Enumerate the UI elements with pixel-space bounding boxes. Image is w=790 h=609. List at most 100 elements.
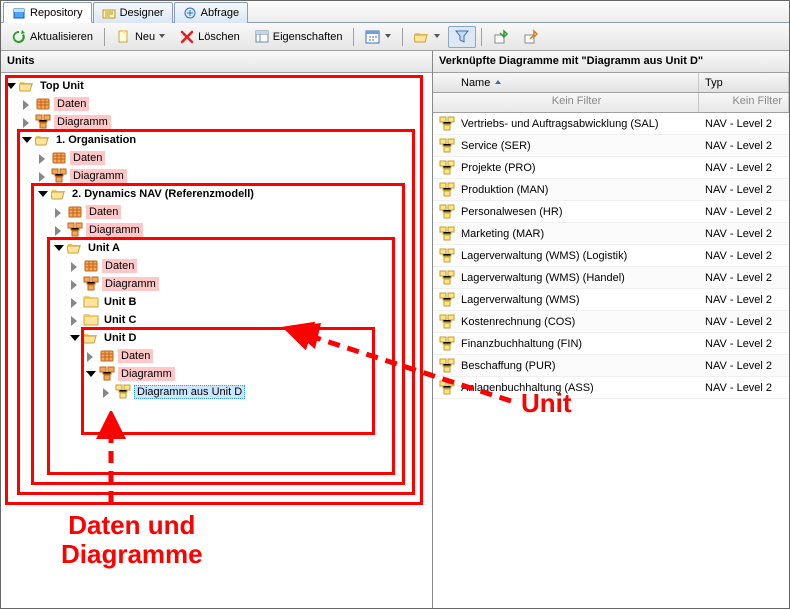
properties-button[interactable]: Eigenschaften	[248, 26, 349, 48]
collapse-icon[interactable]	[69, 333, 80, 344]
filter-name[interactable]: Kein Filter	[433, 93, 699, 112]
tree-node-top-unit[interactable]: Top Unit	[5, 77, 432, 95]
cell-name: Kostenrechnung (COS)	[461, 316, 575, 328]
expand-icon[interactable]	[69, 297, 80, 308]
expand-icon[interactable]	[21, 117, 32, 128]
table-row[interactable]: Personalwesen (HR)NAV - Level 2	[433, 201, 789, 223]
collapse-icon[interactable]	[37, 189, 48, 200]
cell-typ: NAV - Level 2	[705, 250, 772, 262]
table-row[interactable]: Projekte (PRO)NAV - Level 2	[433, 157, 789, 179]
node-label: Daten	[102, 259, 137, 273]
expand-icon[interactable]	[101, 387, 112, 398]
table-row[interactable]: Kostenrechnung (COS)NAV - Level 2	[433, 311, 789, 333]
tree-node-diagramm[interactable]: Diagramm	[37, 167, 432, 185]
tree-node-daten[interactable]: Daten	[85, 347, 432, 365]
tab-label: Repository	[30, 7, 83, 19]
calendar-button[interactable]	[359, 26, 397, 48]
tree-node-diagramm[interactable]: Diagramm	[21, 113, 432, 131]
cell-typ: NAV - Level 2	[705, 118, 772, 130]
cell-name: Lagerverwaltung (WMS)	[461, 294, 580, 306]
tab-repository[interactable]: Repository	[3, 2, 92, 23]
tree-node-organisation[interactable]: 1. Organisation	[21, 131, 432, 149]
folder-icon	[83, 294, 99, 310]
expand-icon[interactable]	[37, 171, 48, 182]
cell-typ: NAV - Level 2	[705, 162, 772, 174]
node-label: Unit B	[102, 295, 138, 309]
export-button[interactable]	[517, 26, 545, 48]
table-row[interactable]: Finanzbuchhaltung (FIN)NAV - Level 2	[433, 333, 789, 355]
folder-open-icon	[414, 29, 430, 45]
dropdown-icon	[433, 33, 440, 40]
column-header-typ[interactable]: Typ	[699, 73, 789, 92]
filter-placeholder: Kein Filter	[732, 95, 782, 107]
tree-body[interactable]: Top Unit Daten Diagramm	[1, 73, 432, 608]
table-row[interactable]: Anlagenbuchhaltung (ASS)NAV - Level 2	[433, 377, 789, 399]
tree-node-diagramm[interactable]: Diagramm	[85, 365, 432, 383]
table-row[interactable]: Beschaffung (PUR)NAV - Level 2	[433, 355, 789, 377]
table-row[interactable]: Lagerverwaltung (WMS) (Logistik)NAV - Le…	[433, 245, 789, 267]
cell-typ: NAV - Level 2	[705, 294, 772, 306]
delete-button[interactable]: Löschen	[173, 26, 246, 48]
filter-button[interactable]	[448, 26, 476, 48]
expand-icon[interactable]	[53, 225, 64, 236]
tab-designer[interactable]: Designer	[93, 2, 173, 23]
tree-node-diagramm[interactable]: Diagramm	[53, 221, 432, 239]
expand-icon[interactable]	[85, 351, 96, 362]
cell-name: Lagerverwaltung (WMS) (Handel)	[461, 272, 625, 284]
dropdown-icon	[158, 33, 165, 40]
tab-abfrage[interactable]: Abfrage	[174, 2, 249, 23]
collapse-icon[interactable]	[53, 243, 64, 254]
table-row[interactable]: Service (SER)NAV - Level 2	[433, 135, 789, 157]
table-row[interactable]: Lagerverwaltung (WMS) (Handel)NAV - Leve…	[433, 267, 789, 289]
node-label: Unit D	[102, 331, 138, 345]
refresh-button[interactable]: Aktualisieren	[5, 26, 99, 48]
button-label: Aktualisieren	[30, 31, 93, 43]
tree-node-daten[interactable]: Daten	[53, 203, 432, 221]
delete-icon	[179, 29, 195, 45]
node-label: Unit A	[86, 241, 122, 255]
tree-node-daten[interactable]: Daten	[37, 149, 432, 167]
designer-icon	[102, 6, 116, 20]
new-button[interactable]: Neu	[110, 26, 171, 48]
cell-typ: NAV - Level 2	[705, 360, 772, 372]
left-pane-title: Units	[1, 51, 432, 73]
tree-node-daten[interactable]: Daten	[21, 95, 432, 113]
export-icon	[523, 29, 539, 45]
toolbar: Aktualisieren Neu Löschen Eigenschaften	[1, 23, 789, 51]
cell-name: Produktion (MAN)	[461, 184, 548, 196]
node-label: 1. Organisation	[54, 133, 138, 147]
expand-icon[interactable]	[69, 279, 80, 290]
open-folder-button[interactable]	[408, 26, 446, 48]
filter-typ[interactable]: Kein Filter	[699, 93, 789, 112]
collapse-icon[interactable]	[21, 135, 32, 146]
tree-node-dynamics-nav[interactable]: 2. Dynamics NAV (Referenzmodell)	[37, 185, 432, 203]
node-label: Diagramm	[86, 223, 143, 237]
diagram-icon	[51, 168, 67, 184]
expand-icon[interactable]	[37, 153, 48, 164]
tree-node-unit-a[interactable]: Unit A	[53, 239, 432, 257]
filter-icon	[454, 29, 470, 45]
tree-node-unit-c[interactable]: Unit C	[69, 311, 432, 329]
tree-node-diagram-unit-d[interactable]: Diagramm aus Unit D	[101, 383, 432, 401]
column-label: Typ	[705, 77, 723, 89]
collapse-icon[interactable]	[5, 81, 16, 92]
expand-icon[interactable]	[21, 99, 32, 110]
tree-node-daten[interactable]: Daten	[69, 257, 432, 275]
tree-node-unit-b[interactable]: Unit B	[69, 293, 432, 311]
expand-icon[interactable]	[53, 207, 64, 218]
tree-node-diagramm[interactable]: Diagramm	[69, 275, 432, 293]
table-row[interactable]: Lagerverwaltung (WMS) NAV - Level 2	[433, 289, 789, 311]
table-row[interactable]: Marketing (MAR)NAV - Level 2	[433, 223, 789, 245]
tree-node-unit-d[interactable]: Unit D	[69, 329, 432, 347]
collapse-icon[interactable]	[85, 369, 96, 380]
import-button[interactable]	[487, 26, 515, 48]
expand-icon[interactable]	[69, 261, 80, 272]
expand-icon[interactable]	[69, 315, 80, 326]
units-tree: Top Unit Daten Diagramm	[5, 77, 432, 401]
cell-name: Anlagenbuchhaltung (ASS)	[461, 382, 594, 394]
table-row[interactable]: Produktion (MAN)NAV - Level 2	[433, 179, 789, 201]
table-row[interactable]: Vertriebs- und Auftragsabwicklung (SAL)N…	[433, 113, 789, 135]
main-split: Units Top Unit Daten	[1, 51, 789, 608]
grid-body[interactable]: Vertriebs- und Auftragsabwicklung (SAL)N…	[433, 113, 789, 608]
column-header-name[interactable]: Name	[433, 73, 699, 92]
